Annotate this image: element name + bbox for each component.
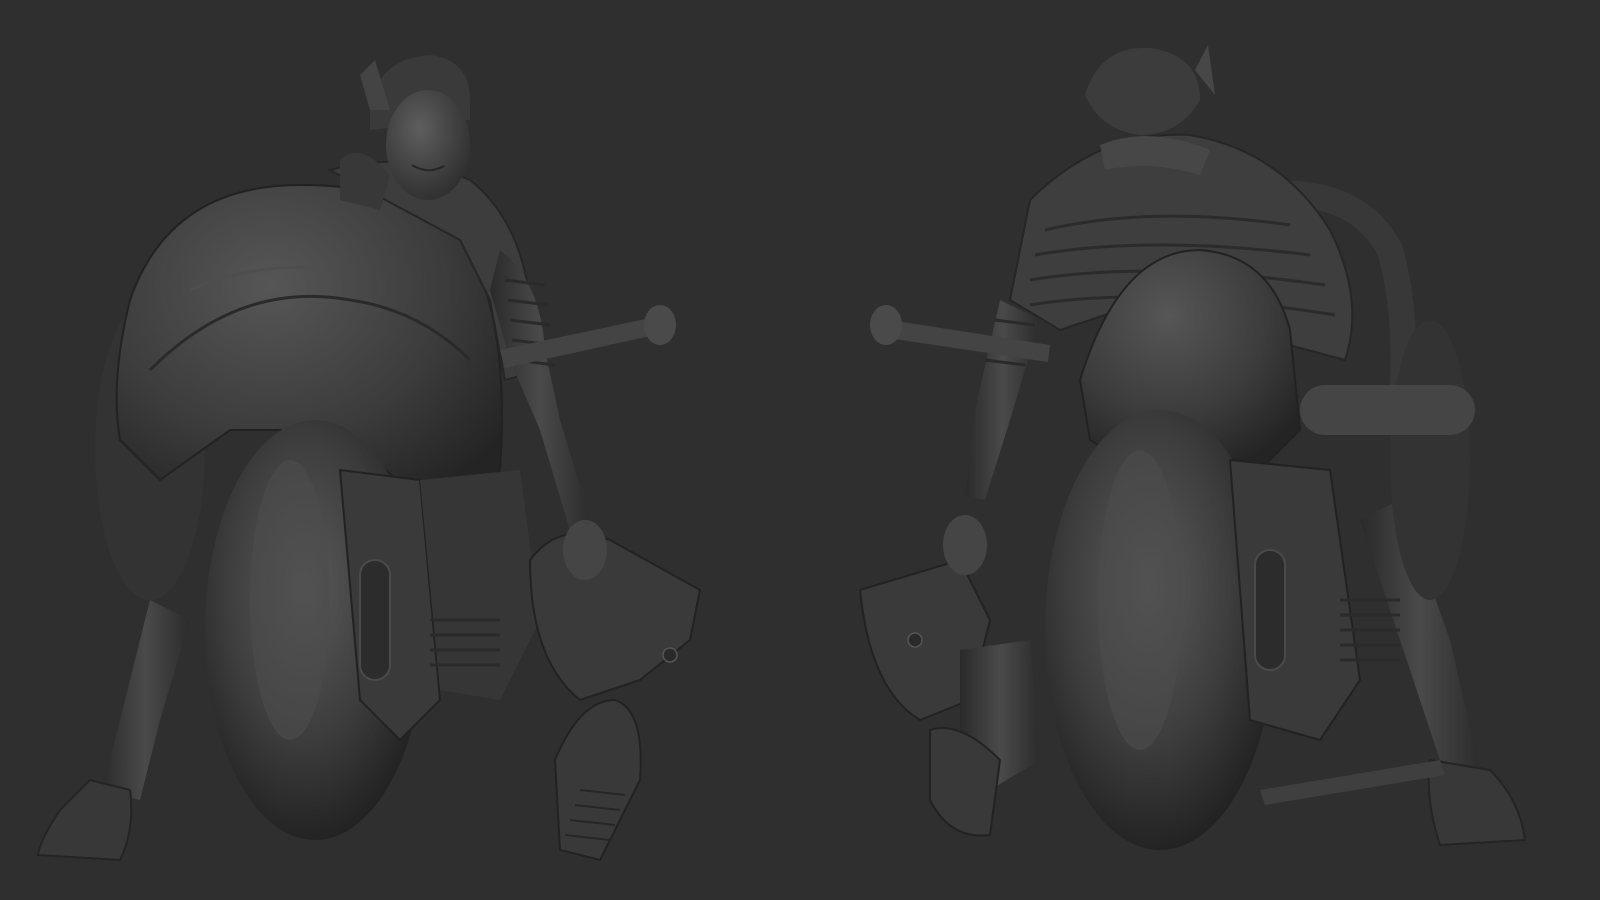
viewport <box>0 0 1600 900</box>
helmet-vent <box>907 632 923 648</box>
handlebar-grip <box>644 305 676 345</box>
rear-side-pod <box>1390 320 1470 600</box>
handlebar-grip <box>870 305 902 345</box>
exhaust-pipe <box>1300 385 1475 435</box>
rider-face <box>386 90 470 200</box>
tire-tread-highlight <box>1098 450 1182 750</box>
helmet-vent <box>662 647 678 663</box>
hub-slot <box>359 559 391 681</box>
rider-hand <box>563 520 607 580</box>
tire-tread-highlight <box>250 460 330 740</box>
sculpt-render <box>0 0 1600 900</box>
hub-slot <box>1254 549 1286 671</box>
rider-hand <box>943 515 987 575</box>
